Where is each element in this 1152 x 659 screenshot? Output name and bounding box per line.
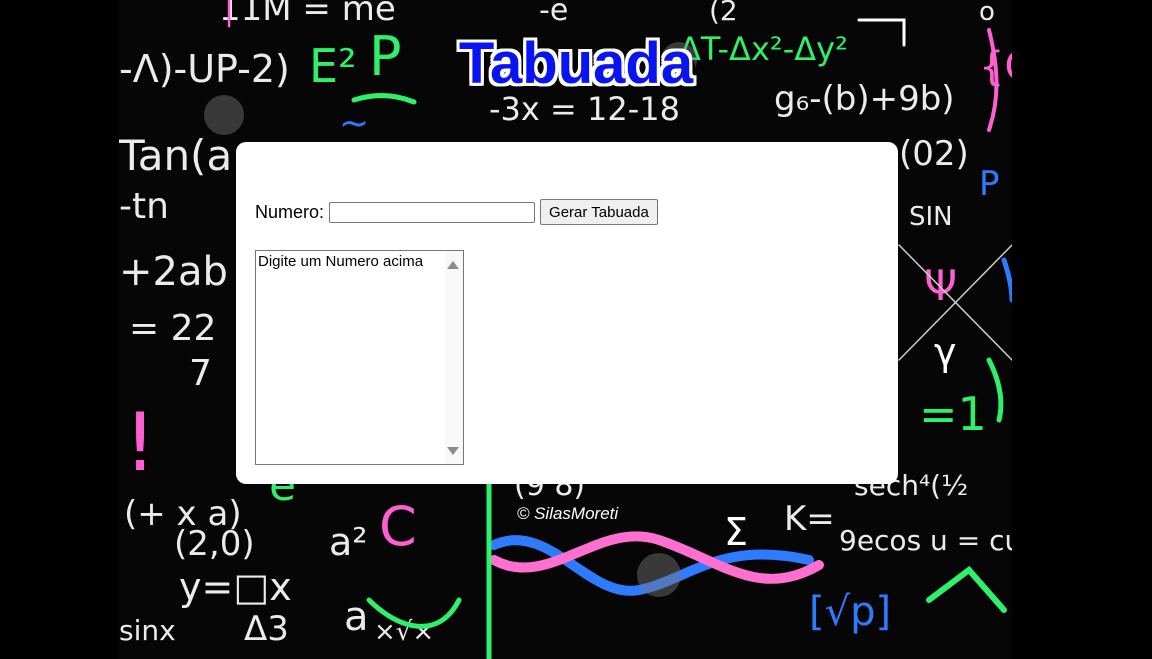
svg-text:P: P xyxy=(979,164,1000,204)
svg-text:o: o xyxy=(979,0,995,27)
result-listbox[interactable]: Digite um Numero acima xyxy=(255,250,464,465)
number-input[interactable] xyxy=(329,201,536,223)
svg-text:~: ~ xyxy=(339,103,369,144)
svg-text:(02): (02) xyxy=(899,134,969,174)
svg-text:y=□x: y=□x xyxy=(179,565,292,609)
page-title: Tabuada xyxy=(458,31,694,96)
svg-text:-tn: -tn xyxy=(119,186,169,227)
footer-credit: © SilasMoreti xyxy=(516,504,619,523)
svg-text:SIN: SIN xyxy=(909,202,953,232)
svg-text:Ψ: Ψ xyxy=(924,261,957,310)
svg-text:9ecos u = cu: 9ecos u = cu xyxy=(839,524,1012,557)
svg-text:(2: (2 xyxy=(709,0,738,27)
generate-table-button[interactable]: Gerar Tabuada xyxy=(540,199,658,225)
svg-text:sinx: sinx xyxy=(119,614,176,647)
svg-text:= 22: = 22 xyxy=(129,308,216,349)
svg-text:-e: -e xyxy=(539,0,568,28)
result-placeholder-option[interactable]: Digite um Numero acima xyxy=(258,253,423,270)
svg-text:Tan(a: Tan(a xyxy=(119,131,232,180)
scroll-down-icon[interactable] xyxy=(447,447,459,455)
scroll-up-icon[interactable] xyxy=(447,261,459,269)
svg-text:γ: γ xyxy=(934,330,957,374)
svg-text:(2,0): (2,0) xyxy=(174,524,255,564)
svg-text:+2ab: +2ab xyxy=(119,249,228,295)
svg-text:[√p]: [√p] xyxy=(809,589,891,635)
number-label: Numero: xyxy=(255,201,325,222)
svg-text:!: ! xyxy=(124,396,156,489)
svg-text:a: a xyxy=(344,594,369,640)
svg-text:=1: =1 xyxy=(919,387,987,441)
input-row: Numero: Gerar Tabuada xyxy=(255,199,658,225)
svg-text:a²: a² xyxy=(329,520,368,564)
tabuada-card: Numero: Gerar Tabuada Digite um Numero a… xyxy=(236,142,898,484)
svg-text:|: | xyxy=(224,0,234,28)
svg-text:7: 7 xyxy=(189,353,212,394)
svg-text:Δ3: Δ3 xyxy=(244,609,289,649)
listbox-scrollbar[interactable] xyxy=(445,251,463,464)
